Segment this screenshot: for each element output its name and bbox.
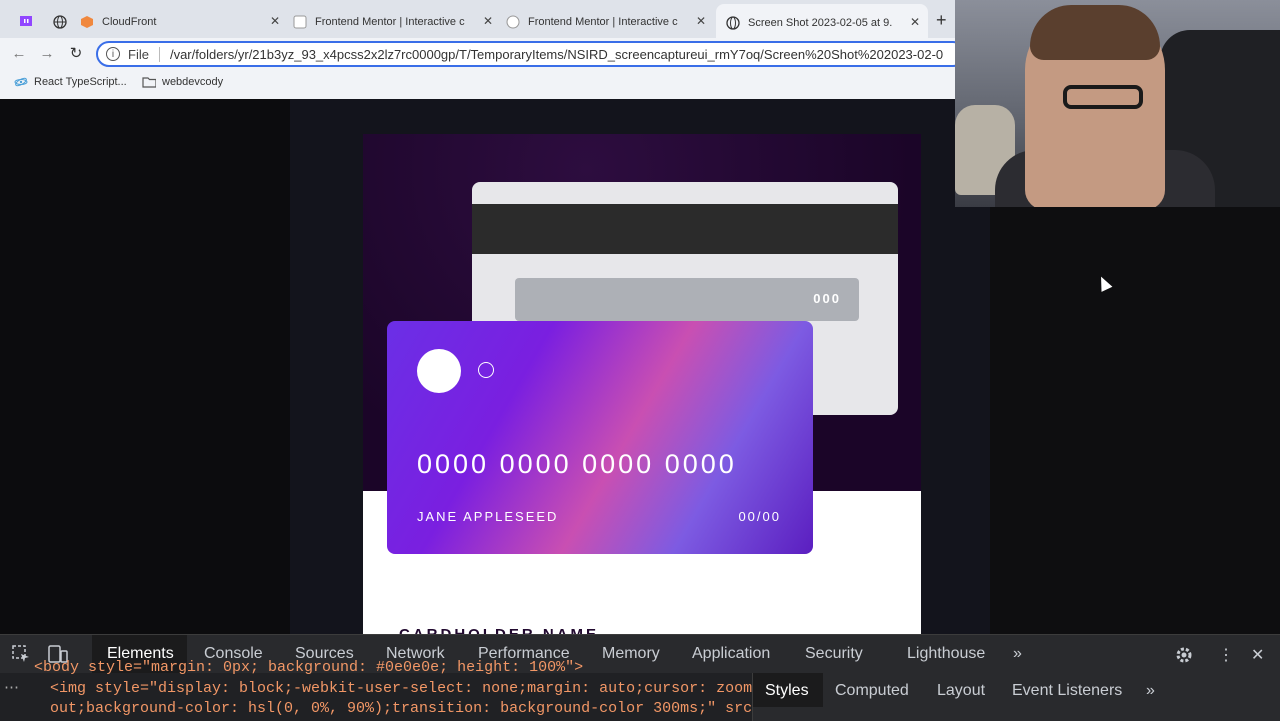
bookmark-label: webdevcody [162,76,224,88]
cardholder-name-label: CARDHOLDER NAME [399,626,599,634]
more-tabs-icon[interactable]: » [1013,645,1022,663]
tab-strip: CloudFront ✕ Frontend Mentor | Interacti… [0,0,955,42]
kebab-menu-icon[interactable]: ⋮ [1218,645,1234,665]
fm-icon [293,15,307,29]
tab-styles[interactable]: Styles [765,682,809,700]
close-icon[interactable]: ✕ [483,14,493,28]
tab-label: Frontend Mentor | Interactive c [315,16,465,28]
address-url: /var/folders/yr/21b3yz_93_x4pcss2x2lz7rc… [169,46,944,62]
dom-img-line[interactable]: <img style="display: block;-webkit-user-… [50,680,761,697]
close-devtools-icon[interactable]: ✕ [1251,645,1264,665]
bookmarks-bar: React TypeScript... webdevcody [0,70,955,100]
card-expiry: 00/00 [738,509,781,524]
close-icon[interactable]: ✕ [270,14,280,28]
card-preview-image[interactable]: 000 0000 0000 0000 0000 JANE APPLESEED 0… [363,134,921,634]
cloudfront-icon [80,15,94,29]
card-number: 0000 0000 0000 0000 [417,449,737,479]
address-bar[interactable]: i File /var/folders/yr/21b3yz_93_x4pcss2… [96,41,966,67]
new-tab-button[interactable]: + [936,10,947,31]
close-icon[interactable]: ✕ [696,14,706,28]
webcam-glasses [1063,85,1143,109]
card-logo-circle-small [478,362,494,378]
bookmark-label: React TypeScript... [34,76,127,88]
cvc-strip: 000 [515,278,859,321]
tab-memory[interactable]: Memory [602,645,660,663]
tab-cloudfront[interactable]: CloudFront ✕ [80,6,288,38]
bookmark-react-typescript[interactable]: React TypeScript... [14,76,127,88]
cvc-value: 000 [813,291,841,306]
devtools-panel: Elements Console Sources Network Perform… [0,634,1280,721]
dom-ellipsis[interactable]: ⋯ [4,678,19,697]
forward-arrow-icon[interactable]: → [38,44,56,62]
tab-event-listeners[interactable]: Event Listeners [1012,682,1122,700]
browser-chrome: CloudFront ✕ Frontend Mentor | Interacti… [0,0,966,100]
bookmark-webdevcody[interactable]: webdevcody [142,76,223,88]
address-scheme: File [128,46,160,62]
dom-body-line[interactable]: <body style="margin: 0px; background: #0… [34,659,583,676]
dom-img-line-cont[interactable]: out;background-color: hsl(0, 0%, 90%);tr… [50,700,761,717]
more-styles-tabs-icon[interactable]: » [1146,682,1155,700]
tab-label: Frontend Mentor | Interactive c [528,16,678,28]
settings-gear-icon[interactable] [1174,645,1194,670]
card-logo-circle-large [417,349,461,393]
twitch-icon [20,16,32,26]
cardholder-name: JANE APPLESEED [417,509,559,524]
page-background-left [0,99,290,634]
card-front: 0000 0000 0000 0000 JANE APPLESEED 00/00 [387,321,813,554]
twitch-pinned-tab[interactable] [14,10,38,34]
tab-label: Screen Shot 2023-02-05 at 9. [748,17,893,29]
info-icon[interactable]: i [106,47,120,61]
webcam-overlay [955,0,1280,207]
globe-pinned-tab[interactable] [48,10,72,34]
tab-layout[interactable]: Layout [937,682,985,700]
magnetic-stripe [472,204,898,254]
browser-toolbar: ← → ↻ i File /var/folders/yr/21b3yz_93_x… [0,38,966,70]
tab-lighthouse[interactable]: Lighthouse [907,645,985,663]
reload-icon[interactable]: ↻ [67,44,85,62]
fm-icon [506,15,520,29]
tab-security[interactable]: Security [805,645,863,663]
close-icon[interactable]: ✕ [910,15,920,29]
globe-icon [726,16,740,30]
back-arrow-icon[interactable]: ← [10,44,28,62]
inspect-element-icon[interactable] [12,645,30,668]
tab-label: CloudFront [102,16,157,28]
tab-computed[interactable]: Computed [835,682,909,700]
tab-screenshot[interactable]: Screen Shot 2023-02-05 at 9. ✕ [716,4,928,42]
elements-dom-tree: <body style="margin: 0px; background: #0… [0,659,761,721]
tab-frontend-mentor-1[interactable]: Frontend Mentor | Interactive c ✕ [293,6,501,38]
webcam-hair [1030,5,1160,60]
folder-icon [142,77,156,88]
react-icon [14,77,28,87]
styles-pane: Styles Computed Layout Event Listeners » [752,673,1280,721]
tab-application[interactable]: Application [692,645,770,663]
globe-icon [53,15,67,29]
tab-frontend-mentor-2[interactable]: Frontend Mentor | Interactive c ✕ [506,6,714,38]
